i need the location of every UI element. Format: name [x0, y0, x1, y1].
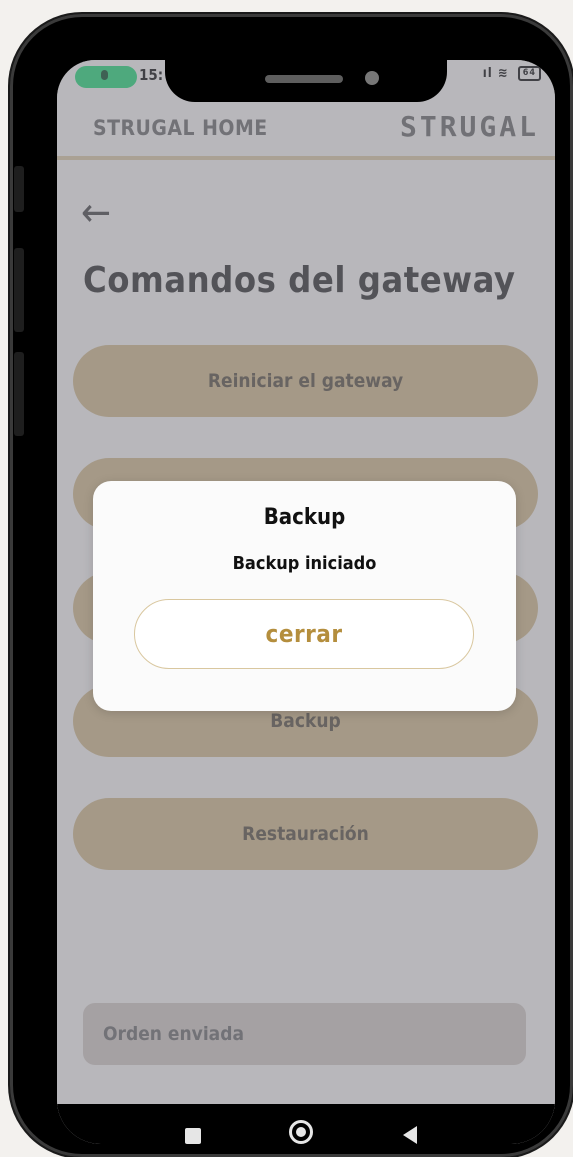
backup-dialog: Backup Backup iniciado cerrar — [93, 481, 516, 711]
front-camera — [365, 71, 379, 85]
back-triangle-icon[interactable] — [403, 1126, 417, 1144]
side-button — [14, 166, 24, 212]
screen: 15: ıl ≋ 64 STRUGAL HOME STRUGAL ← Coman… — [57, 60, 555, 1144]
dialog-title: Backup — [263, 505, 346, 530]
android-nav-bar — [57, 1104, 555, 1144]
volume-down-button — [14, 352, 24, 436]
phone-frame: 15: ıl ≋ 64 STRUGAL HOME STRUGAL ← Coman… — [10, 14, 573, 1157]
home-icon[interactable] — [289, 1120, 313, 1144]
volume-up-button — [14, 248, 24, 332]
speaker-grille — [265, 75, 343, 83]
dialog-message: Backup iniciado — [232, 553, 377, 574]
recents-icon[interactable] — [185, 1128, 201, 1144]
close-dialog-button[interactable]: cerrar — [134, 599, 474, 669]
notch — [165, 60, 447, 102]
